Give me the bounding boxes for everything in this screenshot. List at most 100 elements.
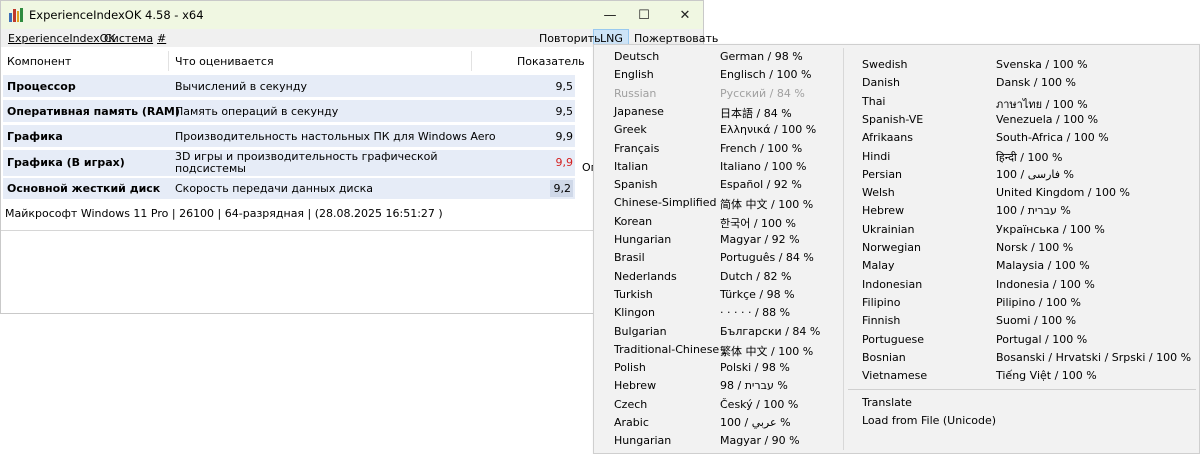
language-name: Indonesian [862,277,923,291]
row-component: Оперативная память (RAM) [7,105,180,118]
menu-repeat[interactable]: Повторить [539,32,601,45]
language-menu-item[interactable]: Hebrew 100 / עברית % [862,202,1092,220]
language-menu-item[interactable]: Spanish Español / 92 % [614,176,844,194]
language-menu-item[interactable]: Hungarian Magyar / 92 % [614,231,844,249]
language-menu-item[interactable]: Hindi हिन्दी / 100 % [862,148,1092,166]
row-description-line2: подсистемы [175,162,246,175]
language-menu-item[interactable]: English Englisch / 100 % [614,66,844,84]
language-menu-item[interactable]: Turkish Türkçe / 98 % [614,286,844,304]
language-name: Afrikaans [862,131,913,145]
language-name: Danish [862,76,900,90]
load-from-file-menu-item[interactable]: Load from File (Unicode) [862,412,1182,430]
language-menu-item[interactable]: Arabic 100 / عربي % [614,414,844,432]
column-header-what[interactable]: Что оценивается [175,55,274,77]
language-menu-item[interactable]: Finnish Suomi / 100 % [862,312,1092,330]
language-menu-item[interactable]: Malay Malaysia / 100 % [862,257,1092,275]
language-menu-item[interactable]: Chinese-Simplified 简体 中文 / 100 % [614,194,844,212]
language-name: English [614,68,654,82]
language-menu-item[interactable]: Italian Italiano / 100 % [614,158,844,176]
app-bar-chart-icon [9,8,23,22]
row-score: 9,2 [549,180,573,197]
language-menu-item[interactable]: Bulgarian Български / 84 % [614,323,844,341]
language-native-name: Norsk / 100 % [996,241,1074,254]
language-menu-item[interactable]: Nederlands Dutch / 82 % [614,268,844,286]
language-menu-item[interactable]: Français French / 100 % [614,140,844,158]
menu-system[interactable]: Система [104,32,153,45]
language-name: Korean [614,214,653,228]
language-menu-item[interactable]: Indonesian Indonesia / 100 % [862,276,1095,294]
table-row[interactable]: Процессор Вычислений в секунду 9,5 [3,75,575,97]
language-menu-item[interactable]: Welsh United Kingdom / 100 % [862,184,1130,202]
language-menu-item[interactable]: Portuguese Portugal / 100 % [862,331,1092,349]
row-score: 9,5 [555,105,574,118]
language-menu-item[interactable]: Greek Ελληνικά / 100 % [614,121,844,139]
status-line: Майкрософт Windows 11 Pro | 26100 | 64-р… [5,207,443,220]
language-name: Malay [862,259,895,273]
close-button[interactable]: ✕ [662,1,708,29]
language-name: Russian [614,86,657,100]
language-native-name: Italiano / 100 % [720,159,807,173]
language-name: Traditional-Chinese [614,342,720,356]
language-menu-item[interactable]: Polish Polski / 98 % [614,359,844,377]
table-row[interactable]: Оперативная память (RAM) Память операций… [3,100,575,122]
row-description: Производительность настольных ПК для Win… [175,130,496,143]
language-native-name: Ελληνικά / 100 % [720,123,817,137]
dropdown-section-separator [848,389,1196,390]
language-menu-item[interactable]: Traditional-Chinese 繁体 中文 / 100 % [614,341,844,359]
language-menu-item[interactable]: Ukrainian Українська / 100 % [862,221,1105,239]
language-menu-item[interactable]: Afrikaans South-Africa / 100 % [862,129,1109,147]
language-native-name: Malaysia / 100 % [996,259,1090,273]
language-native-name: Русский / 84 % [720,86,805,100]
row-score: 9,9 [555,130,574,143]
table-row[interactable]: Графика Производительность настольных ПК… [3,125,575,147]
language-name: Japanese [614,104,664,118]
row-score-highlight: 9,9 [555,156,574,169]
close-icon: ✕ [679,7,691,23]
language-name: Arabic [614,416,649,429]
language-menu-item[interactable]: Spanish-VE Venezuela / 100 % [862,111,1098,129]
language-name: Hungarian [614,434,672,448]
table-row[interactable]: Графика (В играх) 3D игры и производител… [3,150,575,176]
column-header-value[interactable]: Показатель [517,55,585,77]
translate-menu-item[interactable]: Translate [862,394,1182,412]
language-name: Bulgarian [614,324,667,338]
language-menu-item[interactable]: Hungarian Magyar / 90 % [614,432,844,450]
language-native-name: Dansk / 100 % [996,76,1076,90]
menu-hash[interactable]: # [157,32,166,45]
menu-app[interactable]: ExperienceIndexOK [8,32,116,45]
language-name: Hebrew [862,204,905,218]
language-name: Polish [614,361,646,375]
language-native-name: ภาษาไทย / 100 % [996,97,1088,111]
language-menu-item[interactable]: Japanese 日本語 / 84 % [614,103,844,121]
maximize-button[interactable]: ☐ [621,1,667,29]
language-name: Portuguese [862,332,924,346]
language-native-name: German / 98 % [720,50,803,63]
language-menu-item[interactable]: Hebrew 98 / עברית % [614,377,844,395]
language-menu-item[interactable]: Persian 100 / فارسی % [862,166,1092,184]
language-menu-item[interactable]: Czech Český / 100 % [614,396,844,414]
language-menu-item[interactable]: Deutsch German / 98 % [614,48,844,66]
row-score: 9,5 [555,80,574,93]
column-header-component[interactable]: Компонент [7,55,71,77]
minimize-icon: — [603,7,617,23]
language-menu-item[interactable]: Bosnian Bosanski / Hrvatski / Srpski / 10… [862,349,1191,367]
language-name: Welsh [862,186,895,200]
language-menu-item[interactable]: Swedish Svenska / 100 % [862,56,1092,74]
language-menu-item[interactable]: Korean 한국어 / 100 % [614,213,844,231]
language-menu-item[interactable]: Vietnamese Tiếng Việt / 100 % [862,367,1097,385]
language-native-name: Українська / 100 % [996,222,1105,236]
language-name: Thai [862,94,886,108]
table-row[interactable]: Основной жесткий диск Скорость передачи … [3,178,575,199]
language-menu-item[interactable]: Danish Dansk / 100 % [862,74,1092,92]
language-name: Turkish [614,287,653,301]
language-menu-item[interactable]: Brasil Português / 84 % [614,249,844,267]
language-native-name: 한국어 / 100 % [720,216,797,230]
language-menu-item[interactable]: Thai ภาษาไทย / 100 % [862,93,1092,111]
language-native-name: Suomi / 100 % [996,314,1077,328]
language-menu-item[interactable]: Klingon · · · · · / 88 % [614,304,844,322]
language-name: Italian [614,159,649,173]
language-menu-item[interactable]: Norwegian Norsk / 100 % [862,239,1092,257]
language-native-name: 繁体 中文 / 100 % [720,344,814,358]
language-menu-item[interactable]: Filipino Pilipino / 100 % [862,294,1092,312]
window-title: ExperienceIndexOK 4.58 - x64 [29,8,204,22]
